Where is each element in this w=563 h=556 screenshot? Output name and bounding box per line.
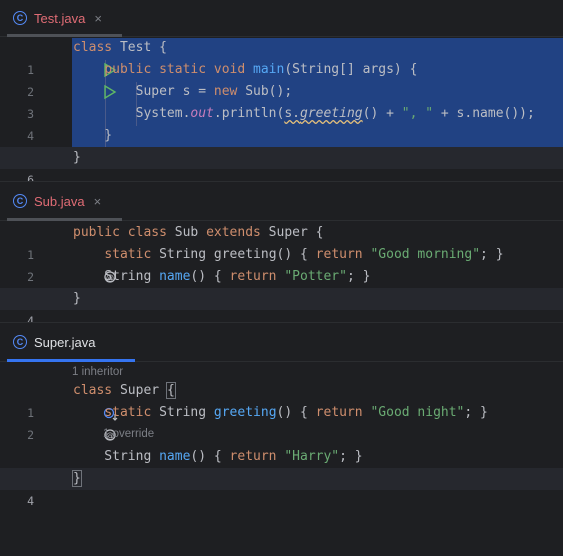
- code-text: String name() { return "Potter"; }: [73, 269, 371, 284]
- code-line: 4 System.out.println(s.greeting() + ", "…: [0, 103, 563, 143]
- tab-sub-java[interactable]: C Sub.java ×: [0, 182, 111, 220]
- code-editor[interactable]: 1 public class Sub extends Super { 2 @ s…: [0, 221, 563, 328]
- code-line: 3 String name() { return "Harry"; }: [0, 446, 563, 487]
- class-c-icon: C: [13, 194, 27, 208]
- line-number: 2: [27, 428, 34, 442]
- tab-label: Super.java: [34, 334, 96, 350]
- code-text: class Test {: [73, 40, 167, 55]
- code-text: class Super {: [73, 382, 176, 399]
- editor-pane-sub: C Sub.java × 1 public class Sub extends …: [0, 181, 563, 328]
- code-line: 1 class Super {: [0, 380, 563, 421]
- tab-test-java[interactable]: C Test.java ×: [0, 0, 112, 36]
- code-editor[interactable]: 1 class Test { 2 public static void main…: [0, 37, 563, 187]
- code-line-current: 4 }: [0, 288, 563, 328]
- overrides-icon[interactable]: @: [40, 244, 116, 283]
- code-line: 2 @ static String greeting() { return "G…: [0, 402, 563, 442]
- inlay-hint-inheritors[interactable]: 1 inheritor: [72, 366, 123, 378]
- code-line: 1 public class Sub extends Super {: [0, 222, 563, 262]
- code-line: 5 }: [0, 125, 563, 165]
- implemented-down-icon[interactable]: [40, 380, 118, 421]
- code-text: static String greeting() { return "Good …: [104, 247, 504, 262]
- code-text: String name() { return "Harry"; }: [73, 449, 363, 464]
- code-text: static String greeting() { return "Good …: [104, 405, 488, 420]
- run-icon[interactable]: [40, 59, 116, 100]
- overrides-icon[interactable]: @: [40, 402, 116, 441]
- close-icon[interactable]: ×: [94, 194, 102, 209]
- close-icon[interactable]: ×: [94, 11, 102, 26]
- code-text: }: [73, 128, 113, 143]
- tab-label: Sub.java: [34, 193, 85, 209]
- code-line: 1 class Test {: [0, 37, 563, 78]
- code-text: public class Sub extends Super {: [73, 225, 324, 240]
- tab-bar: C Sub.java ×: [0, 182, 563, 221]
- tab-label: Test.java: [34, 10, 86, 26]
- code-line: 3 String name() { return "Potter"; }: [0, 266, 563, 306]
- code-text: }: [72, 470, 82, 487]
- editor-pane-super: C Super.java 1 inheritor 1 class Super {…: [0, 322, 563, 508]
- code-text: }: [73, 291, 81, 306]
- run-icon[interactable]: [40, 37, 116, 78]
- code-text: Super s = new Sub();: [73, 84, 293, 99]
- class-c-icon: C: [13, 335, 27, 349]
- tab-bar: C Test.java ×: [0, 0, 563, 37]
- code-line: 2 @ static String greeting() { return "G…: [0, 244, 563, 284]
- editor-pane-test: C Test.java × 1 class Test { 2 public st…: [0, 0, 563, 187]
- overrides-up-icon[interactable]: [40, 266, 118, 306]
- code-line-current: 6 }: [0, 147, 563, 187]
- implemented-down-icon[interactable]: [40, 446, 118, 487]
- code-text: System.out.println(s.greeting() + ", " +…: [73, 106, 535, 121]
- code-line: 2 public static void main(String[] args)…: [0, 59, 563, 100]
- inlay-hint-overrides[interactable]: 1 override: [103, 428, 154, 440]
- code-editor[interactable]: 1 inheritor 1 class Super { 2 @ static S…: [0, 362, 563, 508]
- code-text: public static void main(String[] args) {: [104, 62, 418, 77]
- line-number: 4: [27, 494, 34, 508]
- code-line: 3 Super s = new Sub();: [0, 81, 563, 121]
- class-c-icon: C: [13, 11, 27, 25]
- code-text: }: [73, 150, 81, 165]
- code-line-current: 4 }: [0, 468, 563, 508]
- tab-super-java[interactable]: C Super.java: [0, 323, 105, 361]
- tab-bar: C Super.java: [0, 323, 563, 362]
